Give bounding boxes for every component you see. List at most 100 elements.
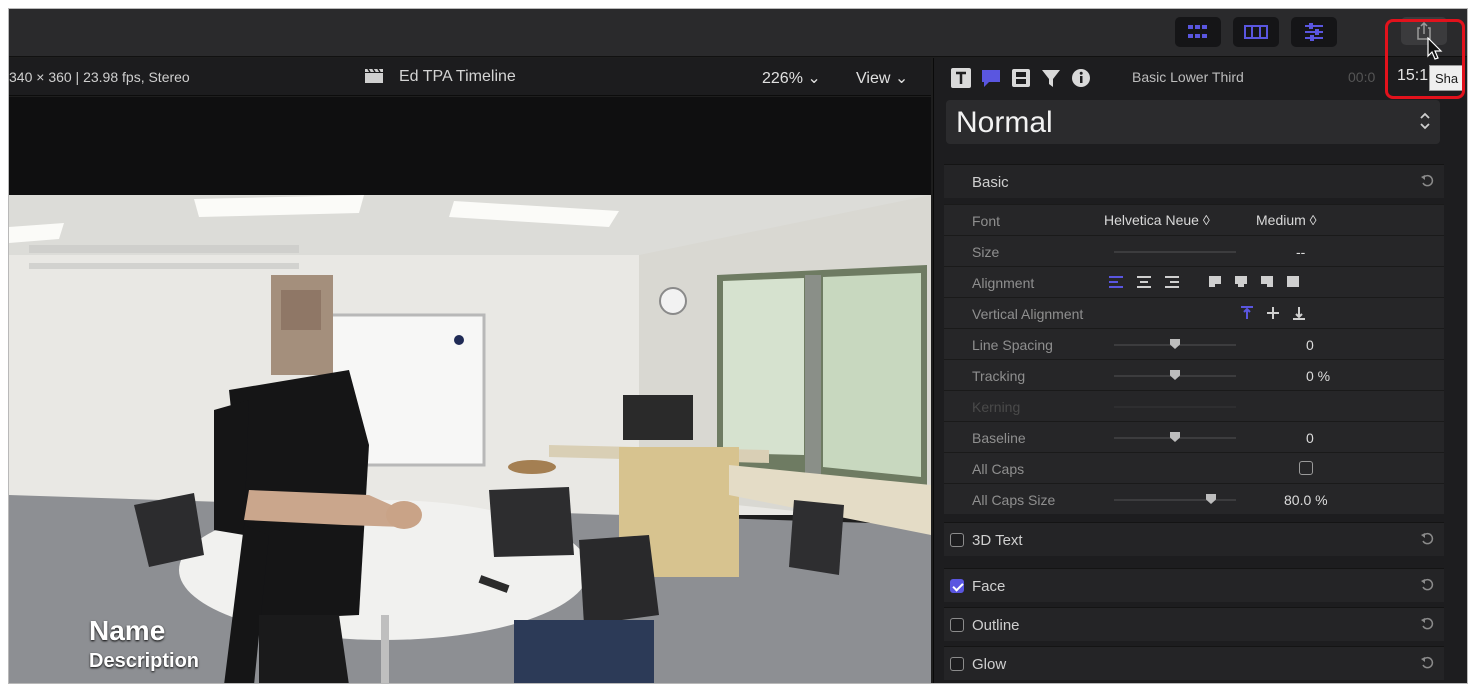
final-cut-window: Sha 340 × 360 | 23.98 fps, Stereo Ed TPA…	[8, 8, 1468, 684]
param-vertical-alignment: Vertical Alignment	[944, 297, 1444, 328]
param-size: Size --	[944, 235, 1444, 266]
tracking-value[interactable]: 0 %	[1306, 368, 1330, 384]
kerning-label: Kerning	[972, 399, 1021, 415]
align-left-icon[interactable]	[1108, 275, 1124, 289]
font-label: Font	[972, 213, 1001, 229]
section-face-label: Face	[972, 578, 1006, 595]
baseline-value[interactable]: 0	[1306, 430, 1314, 446]
glow-checkbox[interactable]	[950, 657, 964, 671]
line-spacing-slider[interactable]	[1114, 339, 1236, 349]
browser-grid-button[interactable]	[1175, 17, 1221, 47]
all-caps-size-value[interactable]: 80.0 %	[1284, 492, 1328, 508]
param-tracking: Tracking 0 %	[944, 359, 1444, 390]
section-basic[interactable]: Basic	[944, 164, 1444, 198]
text-inspector: Basic Lower Third 00:0 15:1 Normal Basic…	[933, 58, 1467, 683]
reset-icon[interactable]	[1420, 174, 1434, 188]
timeline-icon	[1244, 25, 1268, 39]
section-3d-text[interactable]: 3D Text	[944, 522, 1444, 556]
video-format-info: 340 × 360 | 23.98 fps, Stereo	[9, 69, 190, 85]
inspector-clip-name: Basic Lower Third	[1132, 69, 1244, 85]
all-caps-size-slider[interactable]	[1114, 494, 1236, 504]
inspector-tab-text[interactable]	[950, 67, 972, 89]
mouse-cursor-icon	[1427, 37, 1443, 60]
line-spacing-value[interactable]: 0	[1306, 337, 1314, 353]
font-weight-dropdown[interactable]: Medium ◊	[1256, 212, 1317, 228]
timeline-button[interactable]	[1233, 17, 1279, 47]
kerning-slider	[1114, 406, 1236, 408]
justify-full-icon[interactable]	[1286, 275, 1300, 289]
all-caps-checkbox[interactable]	[1299, 461, 1313, 475]
highlight-box	[1385, 19, 1465, 99]
viewer-letterbox	[9, 97, 931, 195]
3d-text-checkbox[interactable]	[950, 533, 964, 547]
reset-icon[interactable]	[1420, 656, 1434, 670]
title-icon	[982, 70, 1000, 87]
reset-icon[interactable]	[1420, 532, 1434, 546]
param-kerning: Kerning	[944, 390, 1444, 421]
baseline-slider[interactable]	[1114, 432, 1236, 442]
text-preset-menu[interactable]: Normal	[946, 100, 1440, 144]
valign-bottom-icon[interactable]	[1292, 306, 1306, 320]
lower-third-description: Description	[89, 650, 200, 672]
size-label: Size	[972, 244, 1000, 260]
browser-grid-icon	[1188, 25, 1207, 38]
inspector-tab-video[interactable]	[1010, 67, 1032, 89]
font-family-dropdown[interactable]: Helvetica Neue ◊	[1104, 212, 1210, 228]
section-outline[interactable]: Outline	[944, 607, 1444, 641]
inspector-button[interactable]	[1291, 17, 1337, 47]
classroom-scene-image	[9, 195, 931, 683]
lower-third-name: Name	[89, 615, 166, 646]
face-checkbox[interactable]	[950, 579, 964, 593]
alignment-label: Alignment	[972, 275, 1035, 291]
inspector-tab-filter[interactable]	[1040, 67, 1062, 89]
baseline-label: Baseline	[972, 430, 1026, 446]
param-all-caps-size: All Caps Size 80.0 %	[944, 483, 1444, 514]
video-frame	[9, 195, 931, 683]
inspector-sliders-icon	[1305, 23, 1323, 41]
inspector-timecode-dim: 00:0	[1348, 69, 1376, 85]
justify-left-icon[interactable]	[1208, 275, 1222, 289]
section-glow[interactable]: Glow	[944, 646, 1444, 680]
viewer-header: 340 × 360 | 23.98 fps, Stereo Ed TPA Tim…	[9, 58, 931, 96]
slider-knob[interactable]	[1170, 432, 1180, 442]
vertical-alignment-label: Vertical Alignment	[972, 306, 1084, 322]
section-basic-label: Basic	[972, 174, 1009, 191]
align-center-icon[interactable]	[1136, 275, 1152, 289]
size-value[interactable]: --	[1296, 244, 1305, 260]
filter-icon	[1042, 70, 1060, 87]
justify-right-icon[interactable]	[1260, 275, 1274, 289]
updown-chevron-icon	[1420, 112, 1430, 130]
all-caps-size-label: All Caps Size	[972, 492, 1056, 508]
valign-top-icon[interactable]	[1240, 306, 1254, 320]
reset-icon[interactable]	[1420, 617, 1434, 631]
param-baseline: Baseline 0	[944, 421, 1444, 452]
slider-knob[interactable]	[1170, 370, 1180, 380]
text-t-icon	[951, 68, 971, 88]
slider-knob[interactable]	[1170, 339, 1180, 349]
section-glow-label: Glow	[972, 656, 1007, 673]
valign-middle-icon[interactable]	[1266, 306, 1280, 320]
size-slider[interactable]	[1114, 251, 1236, 253]
inspector-tab-title[interactable]	[980, 67, 1002, 89]
reset-icon[interactable]	[1420, 578, 1434, 592]
outline-checkbox[interactable]	[950, 618, 964, 632]
section-face[interactable]: Face	[944, 568, 1444, 602]
line-spacing-label: Line Spacing	[972, 337, 1053, 353]
param-all-caps: All Caps	[944, 452, 1444, 483]
param-line-spacing: Line Spacing 0	[944, 328, 1444, 359]
justify-center-icon[interactable]	[1234, 275, 1248, 289]
section-3d-text-label: 3D Text	[972, 532, 1023, 549]
view-menu[interactable]: View ⌄	[856, 68, 908, 88]
zoom-menu[interactable]: 226% ⌄	[762, 68, 821, 88]
top-toolbar	[9, 9, 1467, 57]
clapper-icon	[365, 68, 383, 83]
param-alignment: Alignment	[944, 266, 1444, 297]
tracking-slider[interactable]	[1114, 370, 1236, 380]
param-font: Font Helvetica Neue ◊ Medium ◊	[944, 204, 1444, 235]
film-icon	[1012, 69, 1030, 87]
inspector-tab-info[interactable]	[1070, 67, 1092, 89]
slider-knob[interactable]	[1206, 494, 1216, 504]
align-right-icon[interactable]	[1164, 275, 1180, 289]
all-caps-label: All Caps	[972, 461, 1025, 477]
info-icon	[1072, 69, 1090, 87]
